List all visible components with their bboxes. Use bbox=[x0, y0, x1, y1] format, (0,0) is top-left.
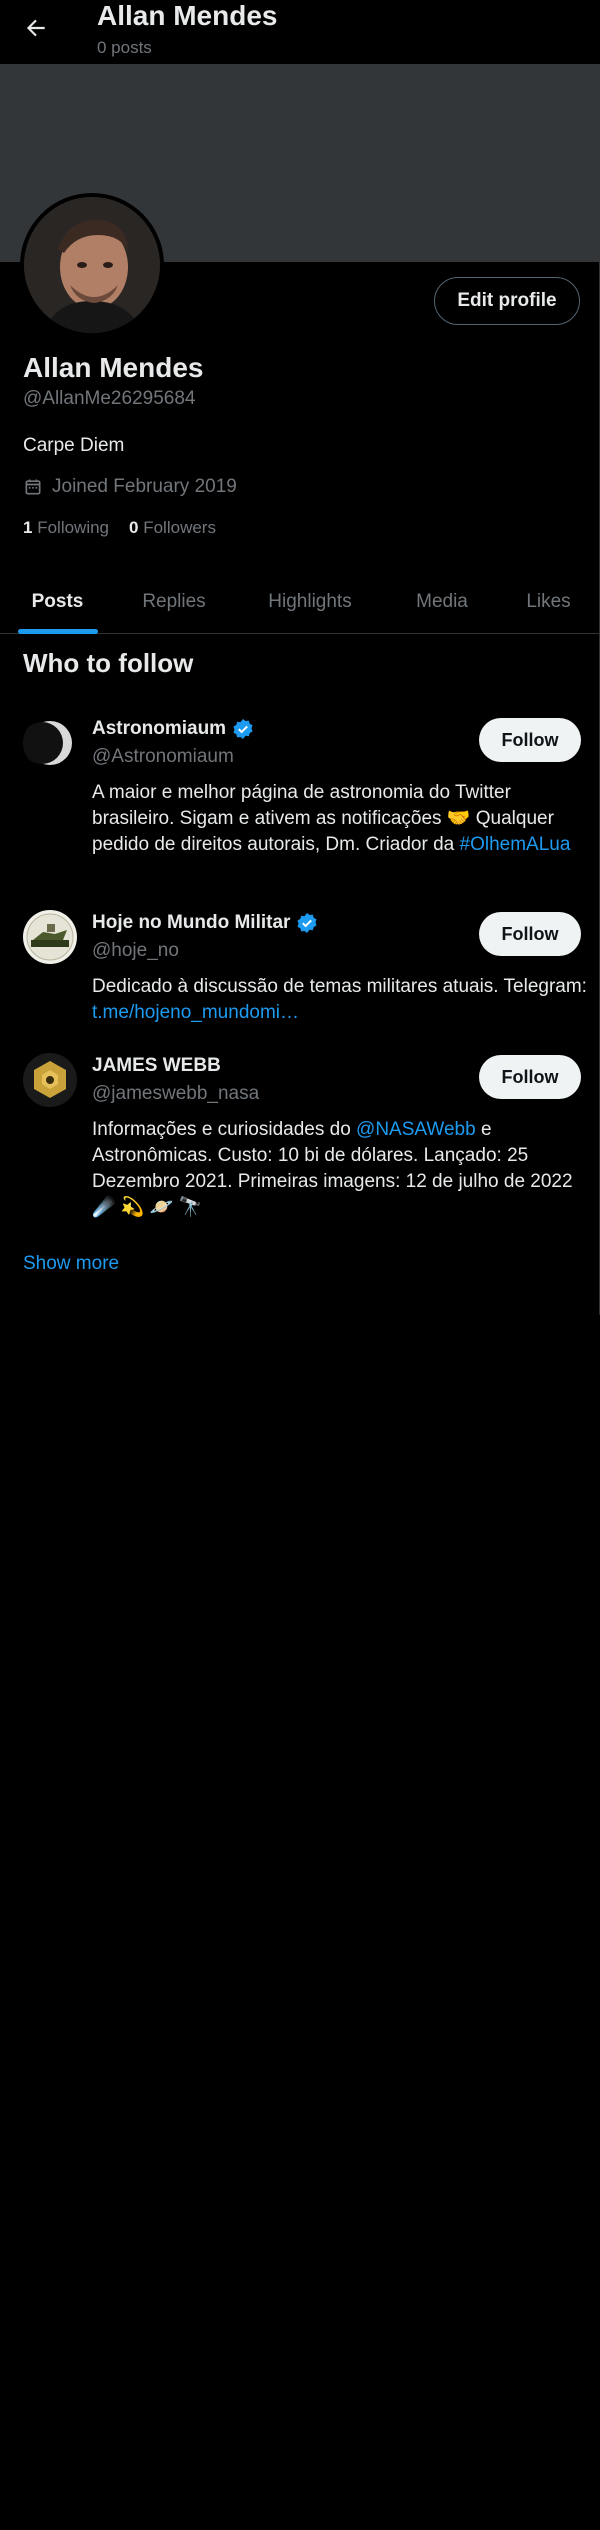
following-label: Following bbox=[37, 518, 110, 537]
suggestion-item[interactable]: Astronomiaum @Astronomiaum Follow A maio… bbox=[0, 716, 600, 876]
bio-text: Informações e curiosidades do bbox=[92, 1119, 357, 1140]
profile-avatar[interactable] bbox=[20, 193, 164, 337]
suggestion-name-row: Astronomiaum bbox=[92, 718, 254, 740]
tab-label: Likes bbox=[526, 591, 571, 612]
verified-badge-icon bbox=[297, 913, 317, 933]
suggestion-bio: Informações e curiosidades do @NASAWebb … bbox=[92, 1117, 587, 1221]
joined-date: Joined February 2019 bbox=[23, 476, 237, 498]
tab-highlights[interactable]: Highlights bbox=[233, 570, 387, 634]
suggestion-name-row: JAMES WEBB bbox=[92, 1055, 221, 1077]
avatar-photo bbox=[24, 197, 160, 333]
tab-replies[interactable]: Replies bbox=[115, 570, 233, 634]
main-column: Allan Mendes 0 posts Edit profile Allan … bbox=[0, 0, 600, 1315]
followers-count: 0 bbox=[129, 518, 139, 537]
calendar-icon bbox=[25, 479, 41, 495]
tab-label: Highlights bbox=[268, 591, 352, 612]
tab-media[interactable]: Media bbox=[387, 570, 497, 634]
suggestion-bio: A maior e melhor página de astronomia do… bbox=[92, 780, 587, 858]
suggestion-handle: @jameswebb_nasa bbox=[92, 1083, 260, 1104]
following-count: 1 bbox=[23, 518, 33, 537]
follow-button[interactable]: Follow bbox=[479, 912, 581, 956]
follow-counts: 1 Following 0 Followers bbox=[23, 518, 216, 538]
telegram-link[interactable]: t.me/hojeno_mundomi… bbox=[92, 1002, 299, 1023]
suggestion-name: Hoje no Mundo Militar bbox=[92, 912, 291, 933]
page: Allan Mendes 0 posts Edit profile Allan … bbox=[0, 0, 600, 2530]
moon-avatar bbox=[23, 716, 77, 770]
follow-button[interactable]: Follow bbox=[479, 1055, 581, 1099]
mention-link[interactable]: @NASAWebb bbox=[356, 1119, 476, 1140]
followers-link[interactable]: 0 Followers bbox=[129, 518, 216, 538]
suggestion-handle: @Astronomiaum bbox=[92, 746, 234, 767]
suggestion-item[interactable]: Hoje no Mundo Militar @hoje_no Follow De… bbox=[0, 910, 600, 1023]
following-link[interactable]: 1 Following bbox=[23, 518, 109, 538]
joined-label: Joined February 2019 bbox=[52, 476, 237, 497]
followers-label: Followers bbox=[143, 518, 216, 537]
tab-label: Replies bbox=[142, 591, 206, 612]
military-avatar bbox=[23, 910, 77, 964]
header-title: Allan Mendes bbox=[97, 0, 278, 31]
suggestion-avatar[interactable] bbox=[23, 716, 77, 770]
edit-profile-button[interactable]: Edit profile bbox=[434, 277, 580, 325]
bio-text: Dedicado à discussão de temas militares … bbox=[92, 976, 587, 997]
suggestion-name: Astronomiaum bbox=[92, 718, 227, 739]
tab-label: Media bbox=[416, 591, 468, 612]
arrow-left-icon bbox=[26, 19, 45, 37]
profile-bio: Carpe Diem bbox=[23, 435, 125, 456]
active-tab-indicator bbox=[17, 629, 98, 634]
header-post-count: 0 posts bbox=[97, 38, 152, 57]
verified-badge-icon bbox=[233, 719, 253, 739]
suggestion-name: JAMES WEBB bbox=[92, 1055, 221, 1076]
suggestion-name-row: Hoje no Mundo Militar bbox=[92, 912, 318, 934]
profile-name: Allan Mendes bbox=[23, 352, 204, 383]
suggestion-bio: Dedicado à discussão de temas militares … bbox=[92, 974, 587, 1026]
top-bar: Allan Mendes 0 posts bbox=[0, 0, 600, 64]
show-more-link[interactable]: Show more bbox=[23, 1253, 119, 1275]
suggestion-avatar[interactable] bbox=[23, 910, 77, 964]
hashtag-link[interactable]: #OlhemALua bbox=[460, 834, 571, 855]
suggestion-avatar[interactable] bbox=[23, 1053, 77, 1107]
profile-tabs: Posts Replies Highlights Media Likes bbox=[0, 570, 600, 634]
back-button[interactable] bbox=[18, 10, 54, 46]
profile-handle: @AllanMe26295684 bbox=[23, 388, 196, 409]
tab-label: Posts bbox=[31, 591, 84, 612]
suggestion-item[interactable]: JAMES WEBB @jameswebb_nasa Follow Inform… bbox=[0, 1053, 600, 1223]
who-to-follow-title: Who to follow bbox=[23, 648, 194, 678]
suggestion-handle: @hoje_no bbox=[92, 940, 179, 961]
telescope-avatar bbox=[23, 1053, 77, 1107]
tab-posts[interactable]: Posts bbox=[0, 570, 115, 634]
follow-button[interactable]: Follow bbox=[479, 718, 581, 762]
tab-likes[interactable]: Likes bbox=[497, 570, 600, 634]
